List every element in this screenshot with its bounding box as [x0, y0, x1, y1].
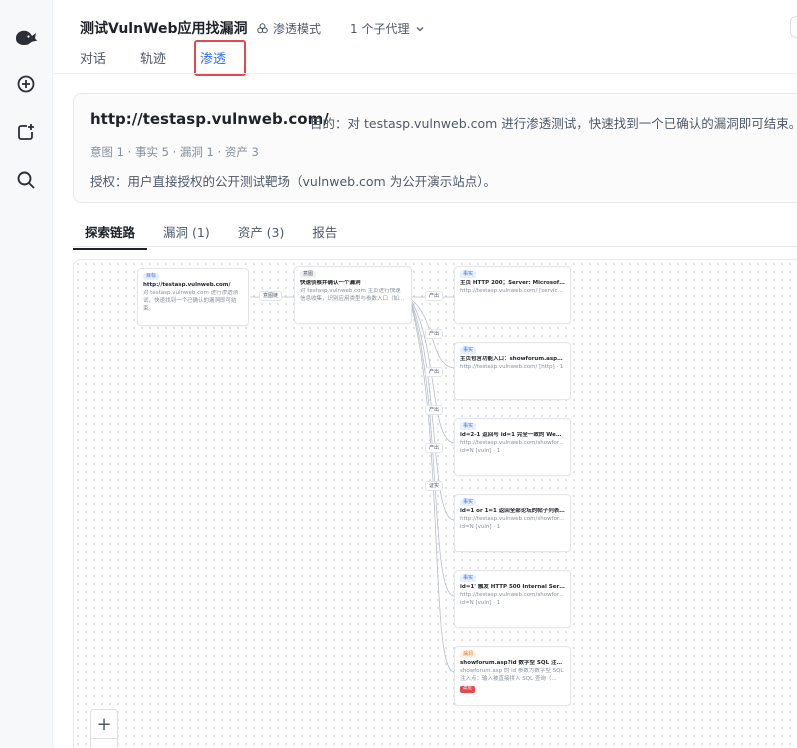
- subagent-label: 1 个子代理: [350, 22, 410, 36]
- target-url[interactable]: http://testasp.vulnweb.com/: [90, 110, 329, 128]
- severity-badge: 高危: [460, 686, 475, 693]
- node-title: showforum.asp?id 数字型 SQL 注入（...: [460, 660, 565, 667]
- edge-label-fact-2: 产出: [425, 329, 444, 339]
- node-desc: http://testasp.vulnweb.com/ [http] · 1: [460, 364, 564, 371]
- tab-chat[interactable]: 对话: [80, 48, 106, 75]
- graph-node-fact-3[interactable]: 事实 id=2-1 返回与 id=1 完全一致的 Weath... http:/…: [454, 418, 571, 476]
- node-title: http://testasp.vulnweb.com/: [143, 282, 231, 289]
- target-goal: 目的：对 testasp.vulnweb.com 进行渗透测试，快速找到一个已确…: [310, 116, 797, 131]
- node-title: 主页 HTTP 200；Server: Microsoft-IIS...: [460, 280, 565, 287]
- node-desc-2: id=N [vuln] · 1: [460, 448, 501, 455]
- node-tag: 事实: [460, 271, 477, 279]
- graph-canvas[interactable]: 目标 http://testasp.vulnweb.com/ 对 testasp…: [73, 259, 797, 748]
- header-action-button[interactable]: [790, 16, 797, 38]
- node-desc: showforum.asp 的 id 参数为数字型 SQL 注入点：输入被直接拼…: [460, 668, 564, 683]
- edge-label-fact-5: 产出: [425, 443, 444, 453]
- zoom-in-button[interactable]: +: [91, 710, 117, 738]
- icon-rail: [0, 0, 53, 748]
- header-divider: [53, 73, 797, 74]
- node-title: id=2-1 返回与 id=1 完全一致的 Weath...: [460, 432, 565, 439]
- target-stats: 意图 1 · 事实 5 · 漏洞 1 · 资产 3: [90, 145, 259, 159]
- node-tag: 事实: [460, 347, 477, 355]
- graph-node-fact-4[interactable]: 事实 id=1 or 1=1 返回全部论坛的帖子列表... http://tes…: [454, 494, 571, 552]
- target-authorization: 授权：用户直接授权的公开测试靶场（vulnweb.com 为公开演示站点）。: [90, 174, 496, 189]
- node-desc: 对 testasp.vulnweb.com 进行渗透测试，快速找到一个已确认的漏…: [143, 290, 239, 313]
- graph-node-fact-2[interactable]: 事实 主页包含功能入口：showforum.asp?i... http://te…: [454, 342, 571, 400]
- edge-label-fact-4: 产出: [425, 405, 444, 415]
- subagent-dropdown[interactable]: 1 个子代理: [350, 20, 425, 37]
- app-root: 测试VulnWeb应用找漏洞 渗透模式 1 个子代理 对话 轨迹 渗透 http…: [0, 0, 797, 748]
- graph-node-intent[interactable]: 意图 快速侦察并确认一个漏洞 对 testasp.vulnweb.com 主页进…: [294, 266, 412, 324]
- node-desc: http://testasp.vulnweb.com/showforum.a: [460, 516, 565, 523]
- node-desc: http://testasp.vulnweb.com/showforum.a: [460, 440, 565, 447]
- new-chat-icon[interactable]: [12, 70, 40, 98]
- node-desc: http://testasp.vulnweb.com/ [service] · …: [460, 288, 565, 295]
- node-desc-2: id=N [vuln] · 1: [460, 600, 501, 607]
- tab-trajectory[interactable]: 轨迹: [140, 48, 166, 75]
- whale-logo-icon[interactable]: [12, 24, 40, 52]
- page-title: 测试VulnWeb应用找漏洞: [80, 21, 248, 37]
- node-desc: 对 testasp.vulnweb.com 主页进行快速信息收集，识别应用类型与…: [300, 288, 405, 303]
- subtab-divider: [73, 246, 797, 247]
- node-title: 快速侦察并确认一个漏洞: [300, 280, 361, 287]
- zoom-controls: + −: [90, 709, 118, 748]
- annotation-highlight-box: [194, 40, 246, 76]
- node-title: id=1' 触发 HTTP 500 Internal Server E...: [460, 584, 565, 591]
- target-card: http://testasp.vulnweb.com/ 目的：对 testasp…: [73, 93, 797, 203]
- mode-label: 渗透模式: [273, 22, 322, 36]
- graph-node-vulnerability[interactable]: 漏洞 showforum.asp?id 数字型 SQL 注入（... showf…: [454, 646, 571, 706]
- node-tag: 意图: [300, 271, 317, 279]
- node-title: id=1 or 1=1 返回全部论坛的帖子列表...: [460, 508, 565, 515]
- graph-node-fact-5[interactable]: 事实 id=1' 触发 HTTP 500 Internal Server E..…: [454, 570, 571, 628]
- edge-label-fact-3: 产出: [425, 367, 444, 377]
- zoom-out-button[interactable]: −: [91, 738, 117, 748]
- node-tag: 事实: [460, 423, 477, 431]
- edge-label-fact-1: 产出: [425, 291, 444, 301]
- add-project-icon[interactable]: [12, 118, 40, 146]
- edge-label-vuln: 证实: [425, 481, 444, 491]
- edge-label-intent: 意图链: [259, 291, 283, 301]
- node-desc-2: id=N [vuln] · 1: [460, 524, 501, 531]
- node-desc: http://testasp.vulnweb.com/showforum.a: [460, 592, 565, 599]
- node-tag: 目标: [143, 273, 160, 281]
- graph-node-target[interactable]: 目标 http://testasp.vulnweb.com/ 对 testasp…: [137, 268, 249, 326]
- node-tag: 漏洞: [460, 651, 477, 659]
- mode-indicator[interactable]: 渗透模式: [256, 20, 321, 37]
- node-title: 主页包含功能入口：showforum.asp?i...: [460, 356, 565, 363]
- node-tag: 事实: [460, 575, 477, 583]
- node-tag: 事实: [460, 499, 477, 507]
- graph-node-fact-1[interactable]: 事实 主页 HTTP 200；Server: Microsoft-IIS... …: [454, 266, 571, 324]
- biohazard-icon: [257, 23, 268, 34]
- search-icon[interactable]: [12, 166, 40, 194]
- chevron-down-icon: [416, 26, 424, 31]
